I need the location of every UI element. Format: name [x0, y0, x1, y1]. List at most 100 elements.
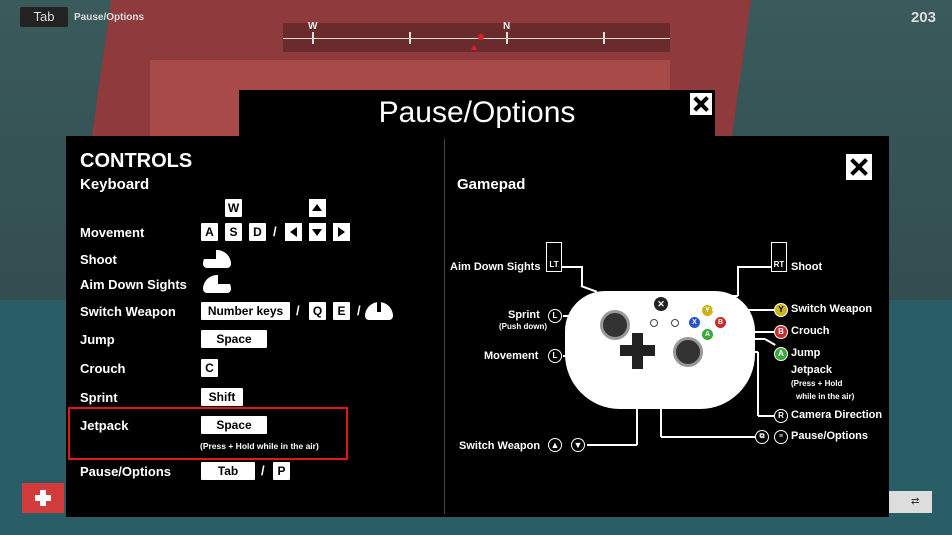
key-s: S — [225, 223, 242, 241]
tab-key-indicator: Tab — [20, 7, 68, 27]
view-button-legend-icon: ⧉ — [755, 430, 769, 444]
gp-sublabel-jetpack-2: while in the air) — [796, 392, 855, 401]
y-button-icon: Y — [702, 305, 713, 316]
gp-label-crouch: Crouch — [791, 325, 830, 337]
compass-west-label: W — [308, 21, 318, 32]
mouse-left-button — [203, 250, 216, 259]
key-p: P — [273, 462, 290, 480]
label-switch-weapon: Switch Weapon — [80, 304, 176, 319]
modal-title-panel: Pause/Options — [239, 90, 715, 140]
gp-label-sprint: Sprint — [508, 309, 540, 321]
leader-line — [661, 436, 755, 438]
close-button[interactable] — [846, 154, 872, 180]
compass-line — [283, 38, 670, 39]
gp-label-jump: Jump — [791, 347, 821, 359]
mouse-left-click-icon — [203, 250, 231, 268]
y-button-legend-icon: Y — [774, 303, 788, 317]
hud-title: Pause/Options — [74, 12, 145, 23]
lt-trigger-icon: LT — [546, 242, 562, 272]
view-button-icon — [650, 319, 658, 327]
label-movement: Movement — [80, 225, 145, 240]
compass-north-label: N — [503, 21, 511, 32]
separator: / — [296, 303, 300, 318]
compass-tick — [312, 32, 314, 44]
mouse-scroll-wheel — [377, 302, 381, 312]
rt-label: RT — [773, 260, 785, 269]
keyboard-heading: Keyboard — [80, 176, 150, 193]
panel-divider — [444, 139, 445, 514]
leader-line — [737, 266, 771, 268]
gp-label-jetpack: Jetpack — [791, 364, 832, 376]
separator: / — [357, 303, 361, 318]
label-shoot: Shoot — [80, 252, 117, 267]
right-thumbstick — [673, 337, 703, 367]
label-sprint: Sprint — [80, 390, 118, 405]
l-label: L — [552, 351, 558, 360]
leader-line — [562, 266, 582, 268]
health-cross-icon — [35, 490, 51, 506]
x-button-icon: X — [689, 317, 700, 328]
key-c: C — [201, 359, 218, 377]
compass-pointer-icon — [471, 45, 477, 50]
compass-bar: W N — [283, 21, 670, 52]
b-button-icon: B — [715, 317, 726, 328]
y-label: Y — [705, 307, 710, 314]
key-space-jetpack: Space — [201, 416, 267, 434]
compass-tick — [506, 32, 508, 44]
health-indicator — [22, 483, 64, 513]
leader-line — [742, 351, 758, 353]
corner-widget: ⇄ — [889, 491, 932, 513]
leader-line — [660, 323, 662, 437]
mouse-scroll-icon — [365, 302, 393, 320]
arrow-right-icon — [338, 227, 345, 237]
b-label: B — [778, 327, 784, 336]
label-jump: Jump — [80, 332, 115, 347]
arrow-up-icon — [312, 204, 322, 211]
menu-button-legend-icon: ≡ — [774, 430, 788, 444]
compass-marker-icon — [478, 34, 484, 40]
arrow-key-left — [285, 223, 302, 241]
a-label: A — [778, 349, 784, 358]
close-icon — [846, 154, 872, 180]
separator: / — [273, 224, 277, 239]
a-button-icon: A — [702, 329, 713, 340]
key-shift: Shift — [201, 388, 243, 406]
gp-label-aim: Aim Down Sights — [450, 261, 541, 273]
xbox-logo-icon: ✕ — [654, 297, 668, 311]
dpad-down-icon: ▼ — [571, 438, 585, 452]
dpad-up-icon: ▲ — [548, 438, 562, 452]
menu-button-icon — [671, 319, 679, 327]
close-button-small[interactable] — [690, 93, 712, 115]
separator: / — [261, 463, 265, 478]
r-label: R — [778, 411, 784, 420]
leader-line — [712, 309, 774, 311]
gp-sublabel-jetpack-1: (Press + Hold — [791, 379, 843, 388]
arrow-down-icon — [312, 229, 322, 236]
arrow-left-icon — [290, 227, 297, 237]
label-jetpack: Jetpack — [80, 418, 129, 433]
score-counter: 203 — [910, 9, 936, 26]
b-button-legend-icon: B — [774, 325, 788, 339]
gp-label-shoot: Shoot — [791, 261, 823, 273]
leader-line — [587, 444, 637, 446]
dpad-horizontal — [620, 345, 655, 356]
leader-line — [581, 266, 583, 286]
key-a: A — [201, 223, 218, 241]
lt-label: LT — [549, 260, 559, 269]
controls-heading: CONTROLS — [80, 150, 193, 172]
key-q: Q — [309, 302, 326, 320]
key-tab: Tab — [201, 462, 255, 480]
gp-label-movement: Movement — [484, 350, 539, 362]
left-stick-press-icon: L — [548, 309, 562, 323]
arrow-key-right — [333, 223, 350, 241]
b-label: B — [717, 319, 724, 326]
leader-line — [727, 331, 774, 333]
a-button-legend-icon: A — [774, 347, 788, 361]
left-thumbstick — [600, 310, 630, 340]
swap-icon: ⇄ — [911, 496, 920, 507]
arrow-key-up — [309, 199, 326, 217]
leader-line — [715, 338, 765, 340]
left-stick-icon: L — [548, 349, 562, 363]
mouse-right-button — [218, 275, 231, 284]
arrow-key-down — [309, 223, 326, 241]
